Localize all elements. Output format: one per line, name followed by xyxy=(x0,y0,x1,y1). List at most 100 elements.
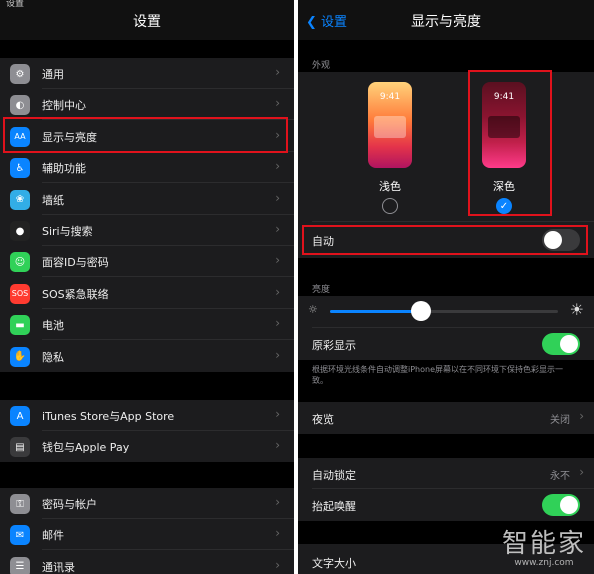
true-tone-description: 根据环境光线条件自动调整iPhone屏幕以在不同环境下保持色彩显示一致。 xyxy=(312,365,564,385)
display-brightness-panel: ❮ 设置 显示与亮度 外观 9:41 浅色 9:41 深色 ✓ 自动 亮度 ☼ … xyxy=(298,0,594,574)
display-brightness-highlight xyxy=(3,117,288,153)
light-mode-preview: 9:41 xyxy=(368,82,412,168)
sun-small-icon: ☼ xyxy=(308,303,318,316)
settings-row[interactable]: ⚙ 通用 › xyxy=(0,58,294,89)
sos-icon: SOS xyxy=(10,283,30,304)
settings-row-label: iTunes Store与App Store xyxy=(42,410,175,423)
watermark-logo-text: 智能家 xyxy=(501,529,586,559)
phone-time: 9:41 xyxy=(379,92,401,102)
settings-row-label: 隐私 xyxy=(42,350,64,364)
face-id-icon: ☺ xyxy=(10,252,30,273)
true-tone-toggle[interactable] xyxy=(542,333,580,355)
text-size-label: 文字大小 xyxy=(312,557,356,570)
settings-row[interactable]: ☰ 通讯录 › xyxy=(0,551,294,574)
settings-row[interactable]: SOS SOS紧急联络 › xyxy=(0,278,294,309)
page-title: 设置 xyxy=(133,14,161,30)
sun-large-icon: ☀ xyxy=(569,300,584,319)
settings-group-accounts: ⚿ 密码与帐户 › ✉ 邮件 › ☰ 通讯录 › xyxy=(0,488,294,574)
chevron-right-icon: › xyxy=(579,409,584,423)
toggles-icon: ◐ xyxy=(10,95,30,116)
chevron-right-icon: › xyxy=(275,159,280,174)
toggle-knob xyxy=(560,496,578,514)
settings-row[interactable]: AiTunes Store与App Store › xyxy=(0,400,294,431)
battery-icon: ▬ xyxy=(10,315,30,336)
light-preview-card xyxy=(374,116,406,138)
settings-navbar: 设置 设置 xyxy=(0,0,294,40)
settings-row[interactable]: ▬ 电池 › xyxy=(0,309,294,341)
settings-row[interactable]: ● Siri与搜索 › xyxy=(0,215,294,246)
gear-icon: ⚙ xyxy=(10,64,30,84)
night-shift-value: 关闭 xyxy=(550,415,570,426)
siri-icon: ● xyxy=(10,221,30,241)
brightness-header: 亮度 xyxy=(312,285,331,295)
settings-row[interactable]: ♿ 辅助功能 › xyxy=(0,152,294,184)
chevron-right-icon: › xyxy=(275,438,280,453)
settings-row[interactable]: ✉ 邮件 › xyxy=(0,519,294,551)
settings-row-label: 邮件 xyxy=(42,529,64,543)
chevron-right-icon: › xyxy=(275,347,280,362)
chevron-right-icon: › xyxy=(275,316,280,331)
accessibility-icon: ♿ xyxy=(10,158,30,179)
watermark: 智能家 www.znj.com xyxy=(502,530,586,568)
brightness-slider[interactable] xyxy=(330,301,558,321)
settings-group-main: ⚙ 通用 › ◐ 控制中心 › AA 显示与亮度 › ♿ 辅助功能 › ❀ 墙纸 › ● Siri与搜索 › ☺ 面容… xyxy=(0,58,294,372)
wallet-icon: ▤ xyxy=(10,437,30,458)
chevron-right-icon: › xyxy=(275,284,280,299)
settings-row-label: 通用 xyxy=(42,68,64,81)
settings-row[interactable]: ◐ 控制中心 › xyxy=(0,89,294,121)
toggle-knob xyxy=(560,335,578,353)
settings-group-store: AiTunes Store与App Store › ▤ 钱包与Apple Pay › xyxy=(0,400,294,462)
settings-row[interactable]: ⚿ 密码与帐户 › xyxy=(0,488,294,519)
brightness-row: ☼ ☀ xyxy=(298,296,594,328)
mail-icon: ✉ xyxy=(10,525,30,546)
settings-row-label: 电池 xyxy=(42,319,64,333)
raise-to-wake-toggle[interactable] xyxy=(542,494,580,516)
settings-panel: 设置 设置 ⚙ 通用 › ◐ 控制中心 › AA 显示与亮度 › ♿ 辅助功能 › ❀ 墙纸 › ● Siri与… xyxy=(0,0,294,574)
night-shift-label: 夜览 xyxy=(312,413,334,426)
watermark-url: www.znj.com xyxy=(514,558,574,568)
settings-row-label: SOS紧急联络 xyxy=(42,287,109,301)
auto-lock-row[interactable]: 自动锁定 永不 › xyxy=(298,458,594,489)
auto-lock-label: 自动锁定 xyxy=(312,469,356,482)
light-mode-radio[interactable] xyxy=(382,198,398,214)
status-bar-fragment: 设置 xyxy=(6,0,25,9)
chevron-right-icon: › xyxy=(275,253,280,268)
true-tone-label: 原彩显示 xyxy=(312,339,356,352)
settings-row-label: Siri与搜索 xyxy=(42,225,93,238)
settings-row-label: 辅助功能 xyxy=(42,162,86,176)
night-shift-row[interactable]: 夜览 关闭 › xyxy=(298,402,594,434)
dark-mode-highlight xyxy=(468,70,552,216)
display-navbar: ❮ 设置 显示与亮度 xyxy=(298,0,594,40)
brightness-fill xyxy=(330,310,422,313)
settings-row-label: 控制中心 xyxy=(42,99,86,113)
chevron-right-icon: › xyxy=(275,526,280,541)
chevron-right-icon: › xyxy=(275,495,280,509)
auto-highlight xyxy=(302,225,588,255)
settings-row-label: 钱包与Apple Pay xyxy=(42,441,130,455)
privacy-hand-icon: ✋ xyxy=(10,346,30,367)
chevron-right-icon: › xyxy=(275,222,280,236)
settings-row[interactable]: ✋ 隐私 › xyxy=(0,341,294,372)
chevron-right-icon: › xyxy=(275,557,280,572)
settings-row[interactable]: ❀ 墙纸 › xyxy=(0,184,294,215)
chevron-right-icon: › xyxy=(275,190,280,205)
settings-row-label: 密码与帐户 xyxy=(42,498,97,511)
settings-row-label: 墙纸 xyxy=(42,193,64,207)
chevron-right-icon: › xyxy=(275,65,280,79)
chevron-right-icon: › xyxy=(275,407,280,421)
page-title: 显示与亮度 xyxy=(411,14,481,30)
wallpaper-icon: ❀ xyxy=(10,189,30,210)
auto-lock-value: 永不 xyxy=(550,471,570,482)
chevron-right-icon: › xyxy=(579,465,584,479)
appearance-header: 外观 xyxy=(312,61,331,71)
brightness-thumb[interactable] xyxy=(411,301,432,321)
settings-row[interactable]: ▤ 钱包与Apple Pay › xyxy=(0,431,294,462)
settings-row-label: 面容ID与密码 xyxy=(42,256,109,270)
true-tone-row: 原彩显示 xyxy=(298,328,594,360)
settings-row[interactable]: ☺ 面容ID与密码 › xyxy=(0,246,294,278)
raise-to-wake-row: 抬起唤醒 xyxy=(298,489,594,521)
key-icon: ⚿ xyxy=(10,494,30,514)
settings-row-label: 通讯录 xyxy=(42,560,75,574)
light-mode-option[interactable]: 9:41 浅色 xyxy=(362,82,418,222)
chevron-right-icon: › xyxy=(275,96,280,111)
